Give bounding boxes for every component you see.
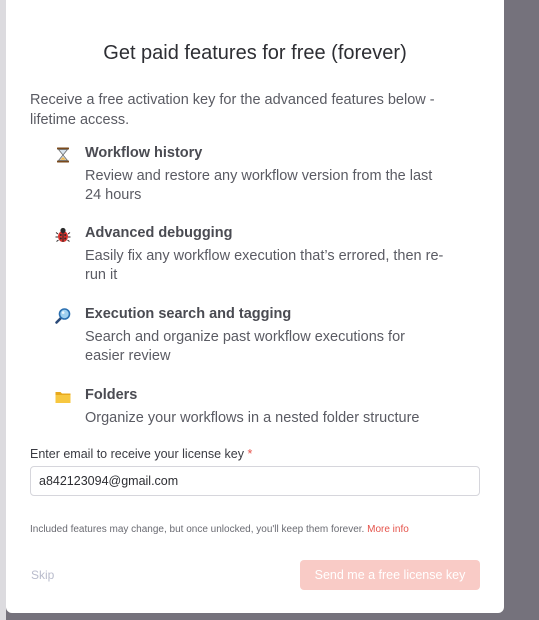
email-label-text: Enter email to receive your license key [30,447,244,461]
more-info-link[interactable]: More info [367,524,409,535]
email-field[interactable] [30,466,480,496]
modal-intro: Receive a free activation key for the ad… [30,92,435,128]
feature-description: Search and organize past workflow execut… [85,329,405,364]
send-license-key-button[interactable]: Send me a free license key [300,560,480,590]
feature-title: Execution search and tagging [85,306,292,322]
feature-description: Review and restore any workflow version … [85,168,433,203]
note-text: Included features may change, but once u… [30,524,365,535]
feature-title: Workflow history [85,145,203,161]
bug-icon [54,226,72,244]
features-note: Included features may change, but once u… [30,524,409,535]
folder-icon [54,388,72,406]
feature-description: Organize your workflows in a nested fold… [85,410,420,426]
feature-title: Advanced debugging [85,225,233,241]
skip-button[interactable]: Skip [31,568,54,582]
feature-description: Easily fix any workflow execution that’s… [85,248,444,283]
magnifier-icon [54,307,72,325]
feature-title: Folders [85,387,138,403]
license-modal: Get paid features for free (forever) Rec… [6,0,504,613]
modal-title: Get paid features for free (forever) [103,42,407,64]
hourglass-icon [54,146,72,164]
email-field-label: Enter email to receive your license key … [30,447,252,461]
required-marker: * [247,447,253,461]
